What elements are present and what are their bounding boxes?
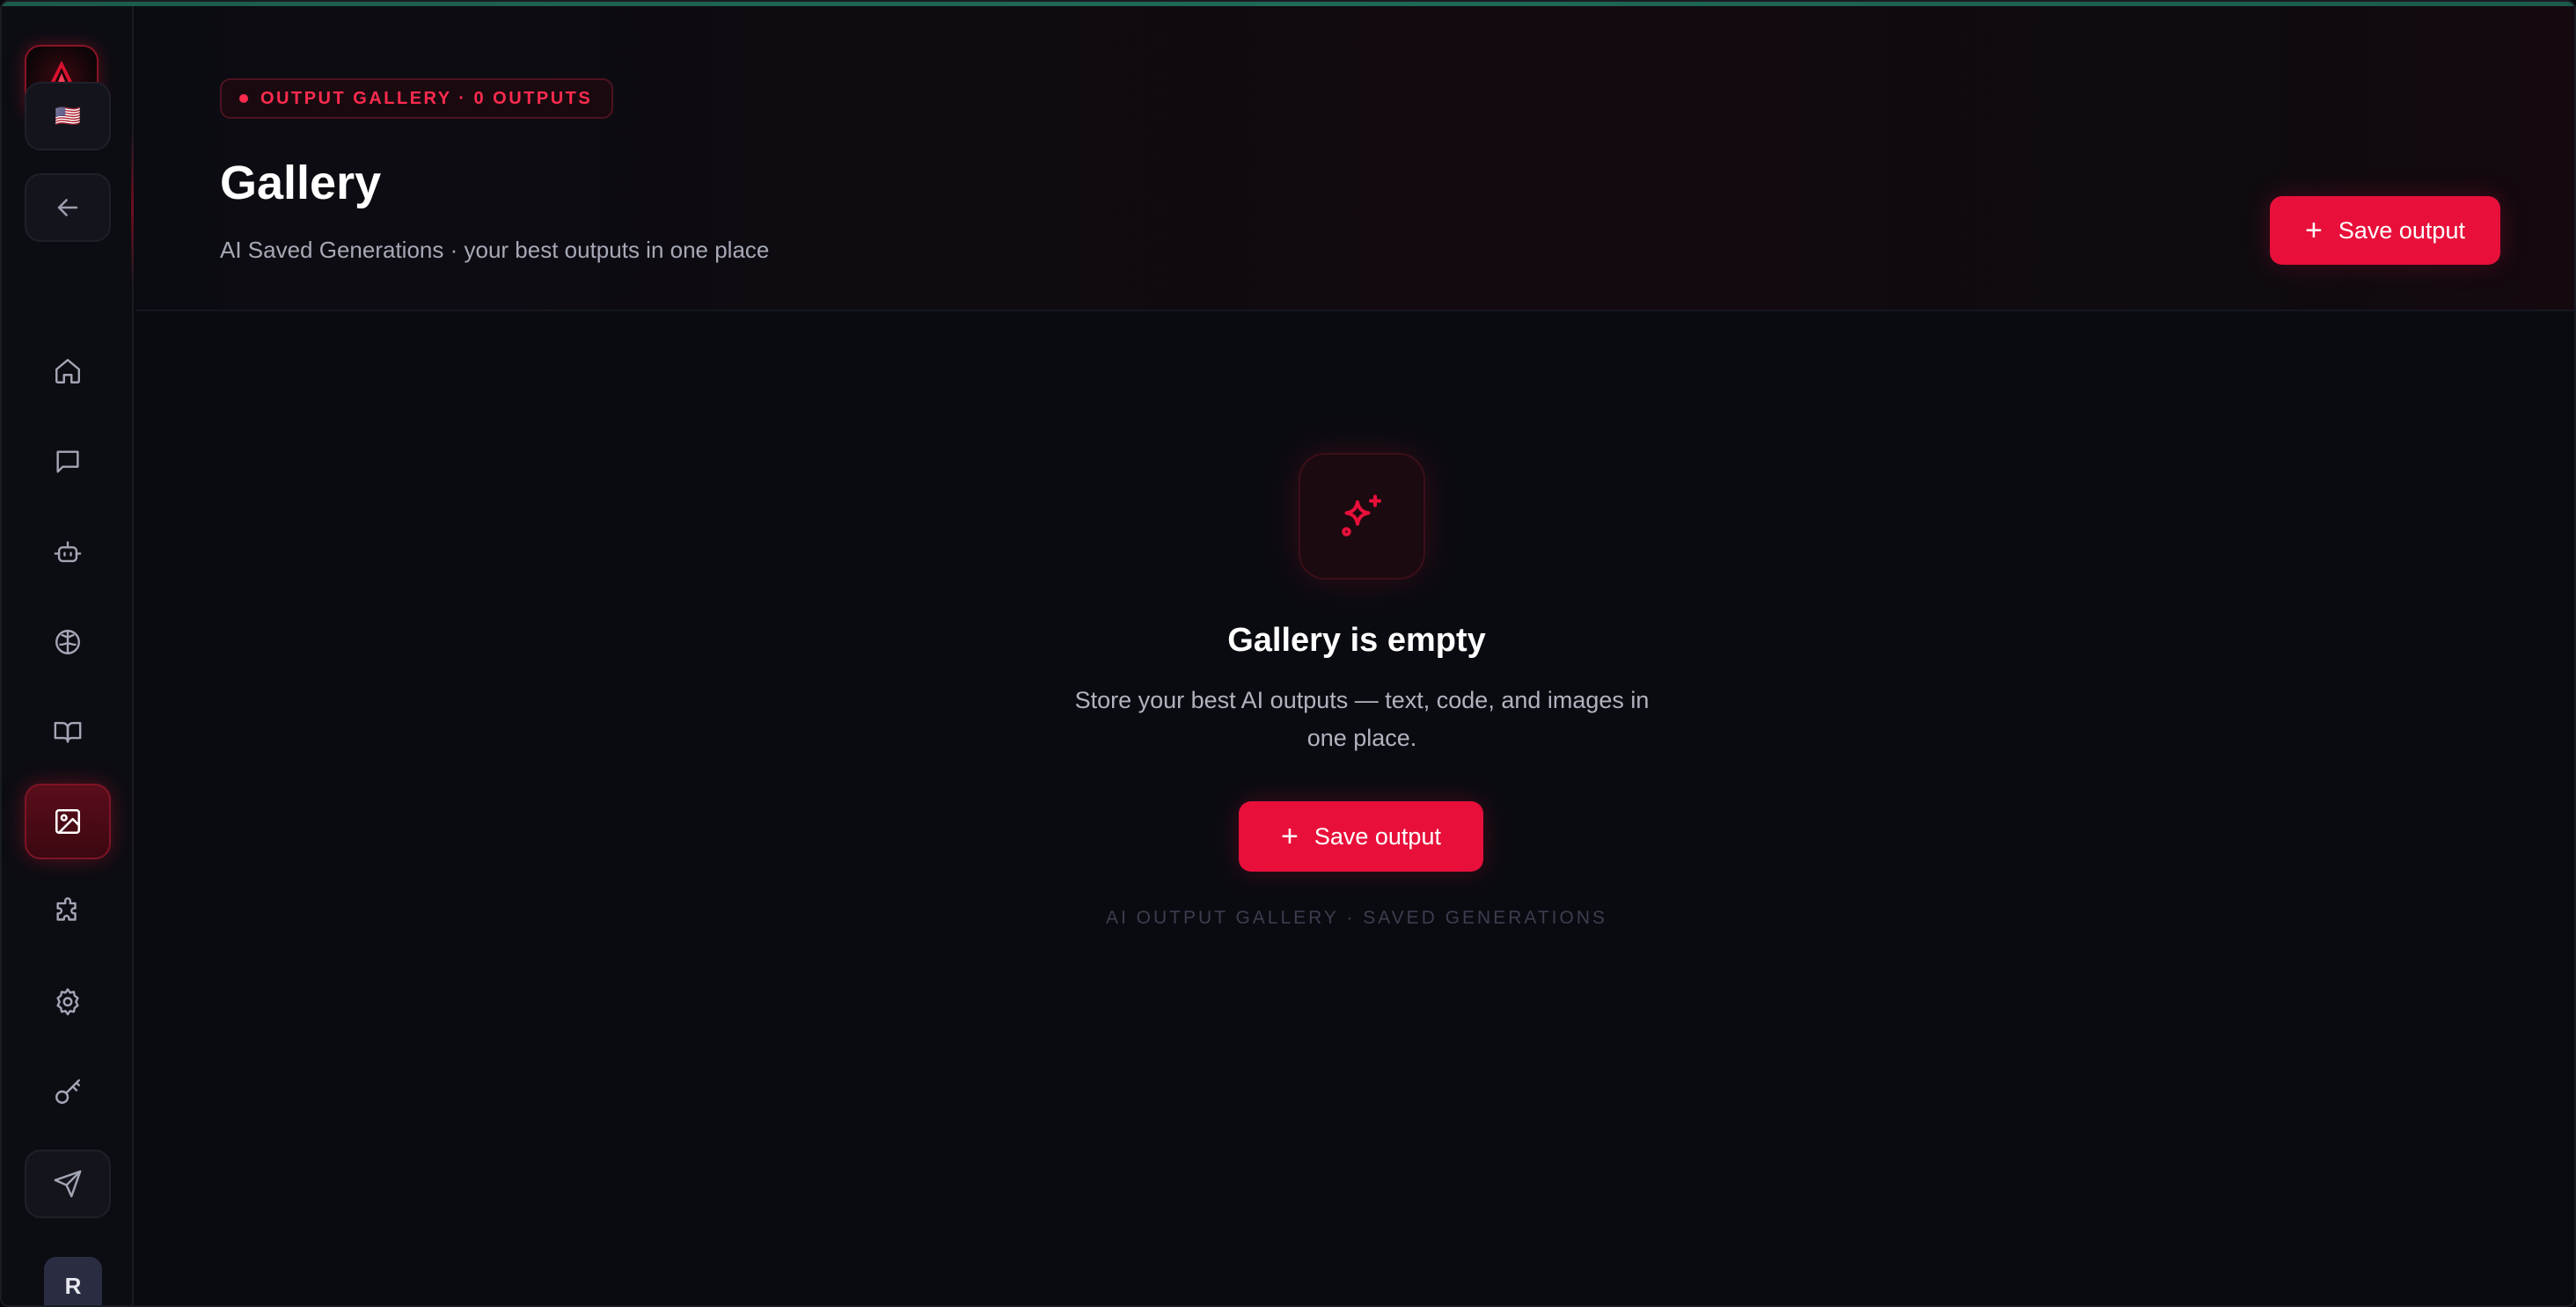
page-title: Gallery <box>220 157 382 209</box>
sidebar-item-home[interactable] <box>25 333 111 409</box>
key-icon <box>55 1079 80 1104</box>
brain-icon <box>55 630 80 654</box>
sidebar-item-gallery[interactable] <box>25 784 111 859</box>
language-button[interactable]: 🇺🇸 <box>25 82 111 150</box>
sidebar-item-chat[interactable] <box>25 424 111 500</box>
app-window: 🇺🇸 R OUTPUT GALLERY · 0 OUTPUTS Gallery … <box>0 0 2576 1307</box>
plus-icon: + <box>2305 214 2323 247</box>
book-icon <box>54 721 82 743</box>
empty-state-description: Store your best AI outputs — text, code,… <box>1074 687 1650 751</box>
header-save-output-button[interactable]: + Save output <box>2270 196 2500 265</box>
main-content: OUTPUT GALLERY · 0 OUTPUTS Gallery AI Sa… <box>135 6 2574 1305</box>
page-subtitle: AI Saved Generations · your best outputs… <box>220 237 770 263</box>
sidebar: 🇺🇸 R <box>2 6 134 1305</box>
sidebar-item-send[interactable] <box>25 1150 111 1218</box>
page-header: OUTPUT GALLERY · 0 OUTPUTS Gallery AI Sa… <box>135 6 2574 311</box>
home-icon <box>55 359 80 383</box>
empty-state-title: Gallery is empty <box>1227 622 1486 659</box>
header-save-output-label: Save output <box>2338 216 2465 244</box>
puzzle-icon <box>56 897 77 921</box>
empty-state-icon-box <box>1299 453 1425 580</box>
badge-label: OUTPUT GALLERY · 0 OUTPUTS <box>260 88 593 108</box>
image-icon <box>55 808 81 835</box>
status-dot <box>239 94 248 103</box>
empty-state-save-output-label: Save output <box>1314 822 1441 850</box>
empty-state-footer: AI OUTPUT GALLERY · SAVED GENERATIONS <box>1105 908 1607 928</box>
output-count-badge: OUTPUT GALLERY · 0 OUTPUTS <box>220 78 614 119</box>
user-avatar[interactable]: R <box>44 1257 102 1305</box>
sidebar-item-plugins[interactable] <box>25 874 111 950</box>
send-icon <box>54 1170 82 1198</box>
arrow-left-icon <box>57 199 78 216</box>
sidebar-item-agents[interactable] <box>25 515 111 590</box>
flag-icon: 🇺🇸 <box>55 104 81 128</box>
sidebar-item-settings[interactable] <box>25 964 111 1040</box>
plus-icon: + <box>1281 820 1299 853</box>
chat-icon <box>56 450 79 473</box>
gear-icon <box>56 988 79 1016</box>
back-button[interactable] <box>25 173 111 242</box>
sidebar-item-brain[interactable] <box>25 604 111 680</box>
sidebar-item-keys[interactable] <box>25 1054 111 1129</box>
empty-state-save-output-button[interactable]: + Save output <box>1239 801 1483 872</box>
sparkle-icon <box>1342 494 1381 537</box>
sidebar-item-library[interactable] <box>25 694 111 770</box>
bot-icon <box>54 541 82 563</box>
